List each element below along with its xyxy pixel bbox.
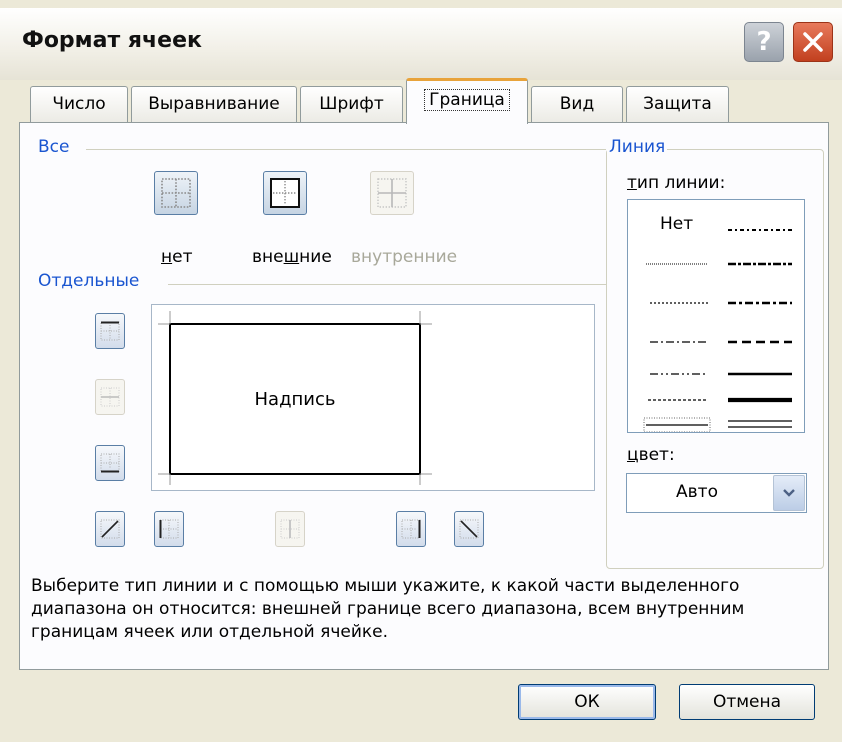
border-top-button[interactable] bbox=[95, 313, 125, 349]
color-select-value: Авто bbox=[676, 482, 718, 502]
border-diagonal-up-button[interactable] bbox=[95, 511, 125, 547]
line-style-samples bbox=[643, 229, 792, 432]
line-style-list[interactable]: Нет bbox=[627, 199, 805, 433]
border-group-label: Отдельные bbox=[38, 271, 144, 291]
tab-alignment[interactable]: Выравнивание bbox=[131, 86, 297, 122]
format-cells-dialog: Формат ячеек ? Число Выравнивание Шрифт … bbox=[0, 0, 842, 742]
border-group-line bbox=[168, 284, 606, 285]
tab-border[interactable]: Граница bbox=[406, 78, 528, 124]
preset-none-button[interactable] bbox=[154, 171, 198, 215]
border-inside-horizontal-button[interactable] bbox=[95, 379, 125, 415]
presets-group-line bbox=[86, 149, 606, 150]
border-outline-icon bbox=[270, 178, 300, 208]
close-button[interactable] bbox=[793, 22, 833, 62]
chevron-down-icon bbox=[783, 489, 795, 497]
preset-inside-label: внутренние bbox=[351, 247, 458, 267]
border-left-icon bbox=[159, 519, 179, 539]
border-inside-vertical-button[interactable] bbox=[275, 511, 305, 547]
preset-outline-button[interactable] bbox=[263, 171, 307, 215]
preset-inside-button[interactable] bbox=[370, 171, 414, 215]
border-diagonal-up-icon bbox=[100, 519, 120, 539]
help-button[interactable]: ? bbox=[744, 22, 784, 62]
border-bottom-icon bbox=[100, 453, 120, 473]
preset-none-label: нет bbox=[161, 247, 193, 267]
tab-font[interactable]: Шрифт bbox=[300, 86, 403, 122]
presets-group-label: Все bbox=[38, 137, 74, 157]
tab-border-label: Граница bbox=[424, 89, 510, 111]
close-icon bbox=[803, 32, 823, 52]
window-title: Формат ячеек bbox=[22, 28, 202, 53]
border-tab-panel: Все нет внешние внутренние Отдельные Над… bbox=[19, 122, 829, 670]
line-group-label: Линия bbox=[607, 137, 668, 157]
color-dropdown-button[interactable] bbox=[773, 475, 805, 511]
color-label: цвет: bbox=[627, 445, 675, 465]
tab-fill[interactable]: Вид bbox=[531, 86, 623, 122]
border-diagonal-down-icon bbox=[459, 519, 479, 539]
border-top-icon bbox=[100, 321, 120, 341]
title-bar: Формат ячеек ? bbox=[0, 8, 842, 80]
border-preview[interactable]: Надпись bbox=[151, 304, 595, 491]
border-left-button[interactable] bbox=[154, 511, 184, 547]
border-diagonal-down-button[interactable] bbox=[454, 511, 484, 547]
border-inside-horizontal-icon bbox=[100, 387, 120, 407]
border-right-icon bbox=[401, 519, 421, 539]
border-inside-icon bbox=[377, 178, 407, 208]
tab-protection[interactable]: Защита bbox=[626, 86, 729, 122]
border-none-icon bbox=[161, 178, 191, 208]
tab-number[interactable]: Число bbox=[30, 86, 128, 122]
border-bottom-button[interactable] bbox=[95, 445, 125, 481]
ok-button[interactable]: ОК bbox=[518, 684, 656, 720]
line-style-label: тип линии: bbox=[627, 173, 726, 193]
color-select[interactable]: Авто bbox=[626, 473, 807, 513]
border-right-button[interactable] bbox=[396, 511, 426, 547]
instruction-text: Выберите тип линии и с помощью мыши укаж… bbox=[31, 576, 745, 642]
border-inside-vertical-icon bbox=[280, 519, 300, 539]
preview-text: Надпись bbox=[254, 389, 336, 410]
cancel-button[interactable]: Отмена bbox=[679, 684, 815, 720]
preset-outline-label: внешние bbox=[252, 247, 332, 267]
